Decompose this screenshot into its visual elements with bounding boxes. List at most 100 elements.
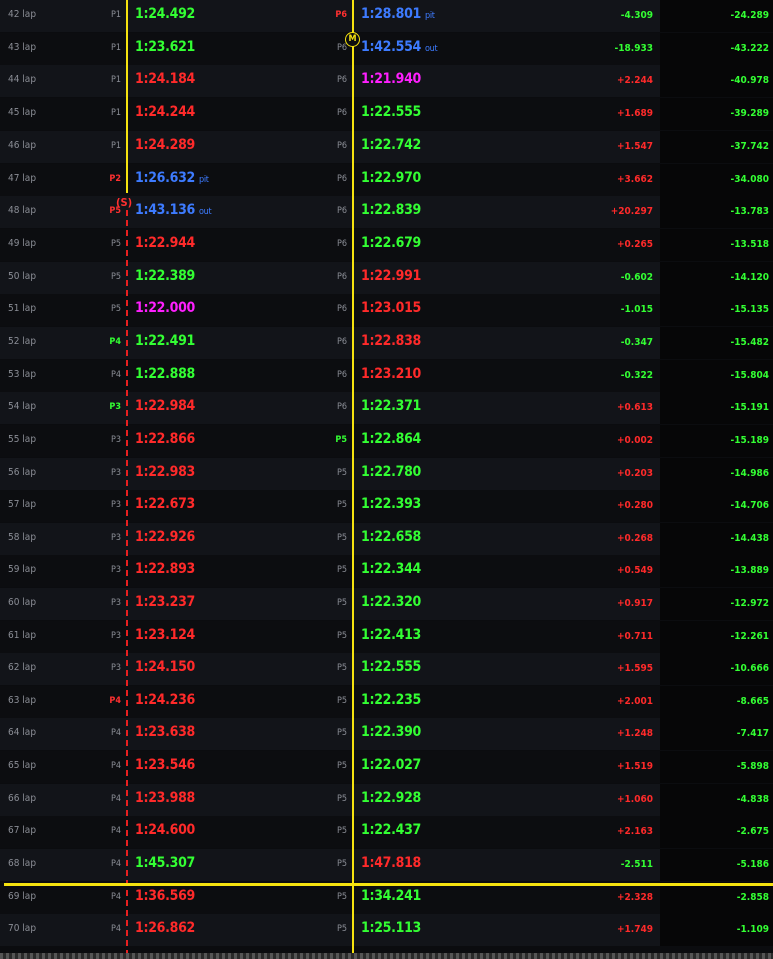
driver-b-laptime: 1:22.555 — [361, 104, 422, 120]
driver-a-position: P1 — [110, 141, 121, 151]
cumulative-gap: -14.438 — [730, 533, 769, 544]
driver-a-laptime: 1:24.236 — [135, 692, 196, 708]
table-row: 44 lap P1 1:24.184 P6 1:21.940 +2.244 -40.978 — [0, 65, 773, 97]
driver-a-position: P5 — [110, 304, 121, 314]
driver-a-position: P4 — [110, 794, 121, 804]
driver-a-laptime: 1:22.893 — [135, 561, 196, 577]
current-lap-divider — [4, 883, 773, 886]
cumulative-gap: -12.261 — [730, 631, 769, 642]
driver-b-position: P6 — [336, 43, 347, 53]
table-row: 45 lap P1 1:24.244 P6 1:22.555 +1.689 -39.289 — [0, 98, 773, 130]
driver-b-laptime: 1:22.235 — [361, 692, 422, 708]
driver-b-position: P5 — [336, 631, 347, 641]
cumulative-gap: -14.986 — [730, 468, 769, 479]
lap-number: 54 lap — [8, 401, 37, 412]
driver-a-position: P4 — [109, 337, 121, 347]
lap-delta: +0.265 — [617, 239, 653, 250]
driver-a-tag: pit — [199, 175, 209, 185]
driver-b-position: P5 — [336, 663, 347, 673]
lap-number: 48 lap — [8, 205, 37, 216]
lap-number: 61 lap — [8, 630, 37, 641]
driver-b-tag: out — [425, 44, 438, 54]
driver-b-position: P6 — [336, 272, 347, 282]
table-row: 63 lap P4 1:24.236 P5 1:22.235 +2.001 -8.665 — [0, 686, 773, 718]
lap-delta: +0.917 — [617, 598, 653, 609]
lap-number: 67 lap — [8, 825, 37, 836]
cumulative-gap: -43.222 — [730, 43, 769, 54]
driver-b-tag: pit — [425, 11, 435, 21]
lap-delta: +1.689 — [617, 108, 653, 119]
lap-number: 68 lap — [8, 858, 37, 869]
cumulative-gap: -15.135 — [730, 304, 769, 315]
driver-b-laptime: 1:23.210 — [361, 366, 422, 382]
lap-number: 49 lap — [8, 238, 37, 249]
table-row: 52 lap P4 1:22.491 P6 1:22.838 -0.347 -15.482 — [0, 327, 773, 359]
driver-a-laptime: 1:26.862 — [135, 920, 196, 936]
lap-delta: +2.163 — [617, 826, 653, 837]
driver-a-position: P3 — [109, 402, 121, 412]
lap-delta: +1.060 — [617, 794, 653, 805]
lap-number: 42 lap — [8, 9, 37, 20]
lap-delta: +0.711 — [617, 631, 653, 642]
driver-a-laptime: 1:23.124 — [135, 627, 196, 643]
driver-b-line — [352, 0, 354, 955]
lap-number: 59 lap — [8, 564, 37, 575]
lap-number: 51 lap — [8, 303, 37, 314]
driver-a-position: P1 — [110, 75, 121, 85]
table-row: 58 lap P3 1:22.926 P5 1:22.658 +0.268 -14.438 — [0, 523, 773, 555]
driver-b-laptime: 1:22.864 — [361, 431, 422, 447]
driver-b-position: P5 — [336, 468, 347, 478]
driver-b-position: P6 — [336, 206, 347, 216]
table-row: 53 lap P4 1:22.888 P6 1:23.210 -0.322 -15.804 — [0, 360, 773, 392]
table-row: 59 lap P3 1:22.893 P5 1:22.344 +0.549 -13.889 — [0, 555, 773, 587]
lap-number: 70 lap — [8, 923, 37, 934]
lap-delta: +0.002 — [617, 435, 653, 446]
driver-b-position: P5 — [336, 924, 347, 934]
table-row: 42 lap P1 1:24.492 P6 1:28.801 pit -4.309 -24.2… — [0, 0, 773, 32]
lap-number: 45 lap — [8, 107, 37, 118]
lap-number: 57 lap — [8, 499, 37, 510]
lap-delta: -0.602 — [620, 272, 653, 283]
driver-a-laptime: 1:23.638 — [135, 724, 196, 740]
lap-number: 44 lap — [8, 74, 37, 85]
driver-b-position: P5 — [336, 859, 347, 869]
driver-a-position: P3 — [110, 598, 121, 608]
lap-number: 60 lap — [8, 597, 37, 608]
driver-b-laptime: 1:22.027 — [361, 757, 422, 773]
cumulative-gap: -1.109 — [736, 924, 769, 935]
driver-b-position: P5 — [336, 565, 347, 575]
table-row: 54 lap P3 1:22.984 P6 1:22.371 +0.613 -15.191 — [0, 392, 773, 424]
lap-number: 58 lap — [8, 532, 37, 543]
driver-b-laptime: 1:22.555 — [361, 659, 422, 675]
driver-a-laptime: 1:22.983 — [135, 464, 196, 480]
table-row: 64 lap P4 1:23.638 P5 1:22.390 +1.248 -7.417 — [0, 718, 773, 750]
cumulative-gap: -14.120 — [730, 272, 769, 283]
lap-delta: +1.595 — [617, 663, 653, 674]
lap-delta: +2.001 — [617, 696, 653, 707]
lap-delta: -0.322 — [620, 370, 653, 381]
lap-delta: +0.203 — [617, 468, 653, 479]
driver-b-marker: M — [345, 32, 360, 47]
cumulative-gap: -8.665 — [736, 696, 769, 707]
driver-a-position: P4 — [110, 924, 121, 934]
driver-b-laptime: 1:22.991 — [361, 268, 422, 284]
lap-delta: +1.248 — [617, 728, 653, 739]
lap-number: 50 lap — [8, 271, 37, 282]
driver-b-position: P5 — [336, 794, 347, 804]
lap-number: 53 lap — [8, 369, 37, 380]
lap-delta: +20.297 — [610, 206, 653, 217]
cumulative-gap: -5.186 — [736, 859, 769, 870]
table-row: 61 lap P3 1:23.124 P5 1:22.413 +0.711 -12.261 — [0, 621, 773, 653]
driver-b-position: P6 — [336, 304, 347, 314]
driver-b-position: P5 — [336, 728, 347, 738]
lap-delta: +0.613 — [617, 402, 653, 413]
lap-number: 69 lap — [8, 891, 37, 902]
driver-b-laptime: 1:22.344 — [361, 561, 422, 577]
table-row: 47 lap P2 1:26.632 pit P6 1:22.970 +3.662 -34.0… — [0, 164, 773, 196]
cumulative-gap: -2.675 — [736, 826, 769, 837]
driver-a-position: P2 — [109, 174, 121, 184]
table-row: 60 lap P3 1:23.237 P5 1:22.320 +0.917 -12.972 — [0, 588, 773, 620]
cumulative-gap: -15.191 — [730, 402, 769, 413]
lap-delta: +1.749 — [617, 924, 653, 935]
table-row: 46 lap P1 1:24.289 P6 1:22.742 +1.547 -37.742 — [0, 131, 773, 163]
